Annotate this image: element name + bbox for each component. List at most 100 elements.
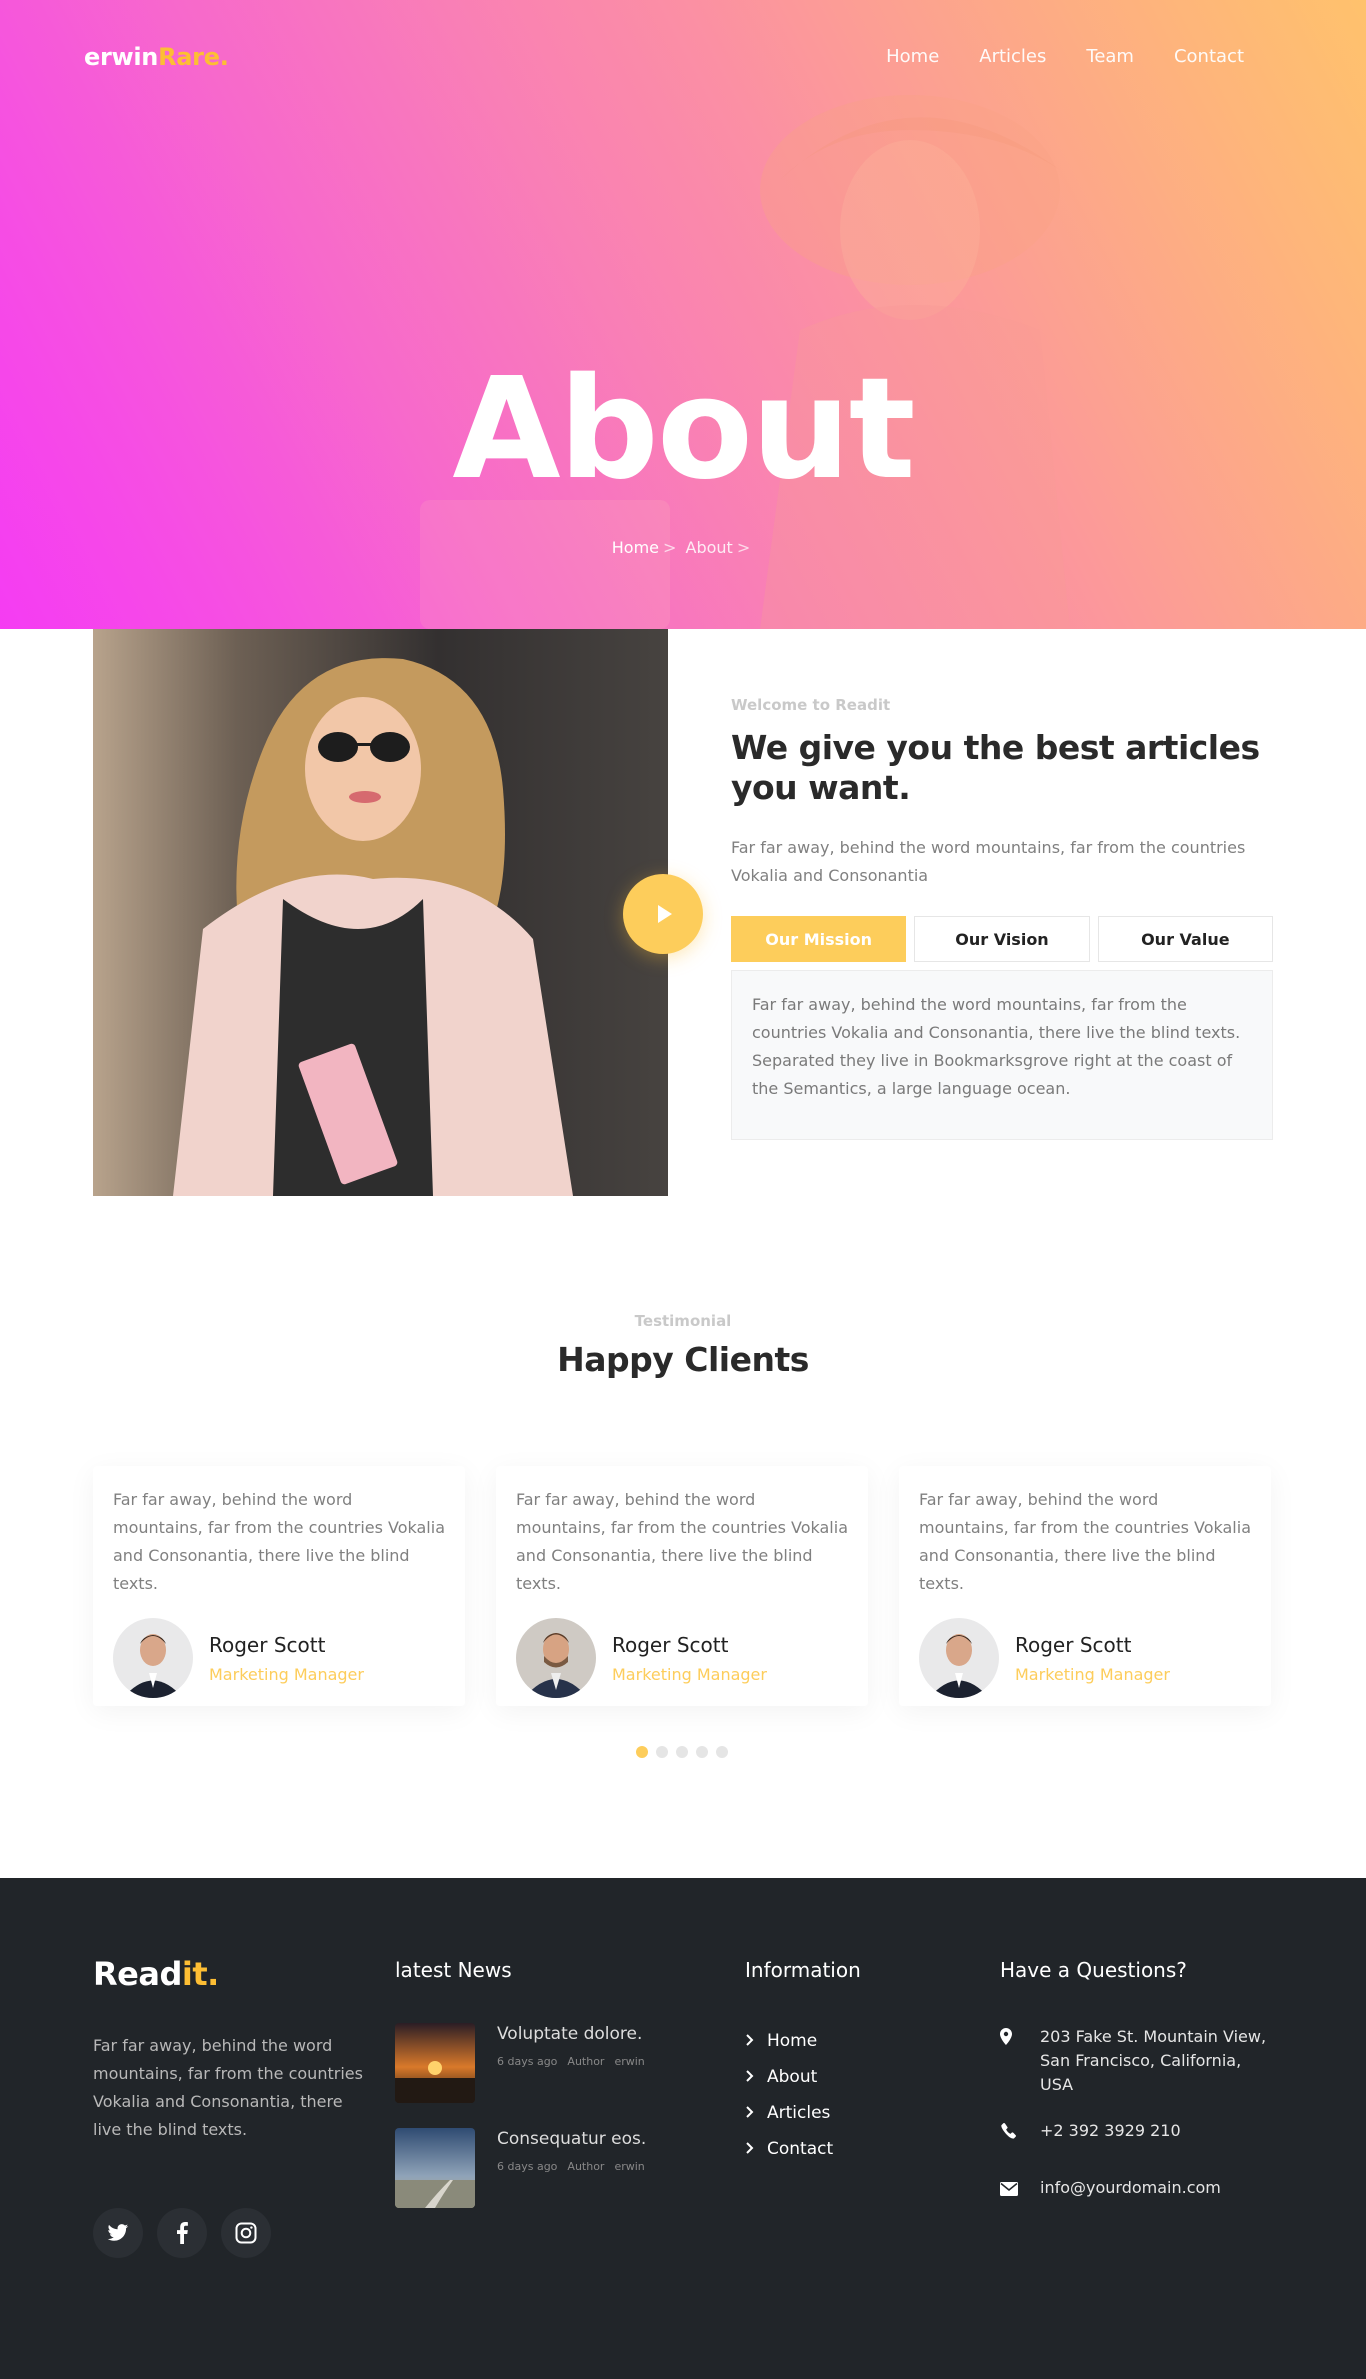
twitter-icon[interactable] <box>93 2208 143 2258</box>
tab-panel-content: Far far away, behind the word mountains,… <box>731 970 1273 1140</box>
news-title[interactable]: Voluptate dolore. <box>497 2023 645 2045</box>
footer-link-label: Home <box>767 2030 818 2051</box>
news-date: 6 days ago <box>497 2160 558 2173</box>
hero-gradient-overlay <box>0 0 1366 629</box>
news-meta: Voluptate dolore. 6 days ago Author erwi… <box>497 2023 645 2103</box>
contact-email[interactable]: info@yourdomain.com <box>1000 2176 1270 2203</box>
news-meta: Consequatur eos. 6 days ago Author erwin <box>497 2128 646 2208</box>
main-nav: Home Articles Team Contact <box>886 46 1244 67</box>
footer-contact-title: Have a Questions? <box>1000 1958 1187 1982</box>
about-photo <box>93 629 668 1196</box>
play-video-button[interactable] <box>623 874 703 954</box>
breadcrumb-home-link[interactable]: Home <box>612 538 659 557</box>
footer-logo-main: Read <box>93 1955 182 1993</box>
logo-accent-text: Rare. <box>158 43 229 71</box>
facebook-icon[interactable] <box>157 2208 207 2258</box>
news-item[interactable]: Consequatur eos. 6 days ago Author erwin <box>395 2128 646 2208</box>
nav-articles-link[interactable]: Articles <box>979 46 1046 67</box>
breadcrumb-separator: > <box>736 538 751 557</box>
footer-news-title: latest News <box>395 1958 512 1982</box>
news-info: 6 days ago Author erwin <box>497 2160 646 2173</box>
carousel-dot[interactable] <box>676 1746 688 1758</box>
about-content: Welcome to Readit We give you the best a… <box>731 696 1273 1140</box>
about-subheading: Welcome to Readit <box>731 696 891 714</box>
testimonial-author: Roger Scott Marketing Manager <box>113 1618 445 1698</box>
avatar <box>919 1618 999 1698</box>
footer-link-about[interactable]: About <box>745 2066 833 2087</box>
carousel-dot[interactable] <box>716 1746 728 1758</box>
phone-icon <box>1000 2119 1040 2146</box>
about-heading: We give you the best articles you want. <box>731 728 1260 807</box>
latest-news-list: Voluptate dolore. 6 days ago Author erwi… <box>395 2023 646 2233</box>
author-name: Roger Scott <box>1015 1632 1132 1657</box>
testimonial-carousel: Far far away, behind the word mountains,… <box>93 1466 1273 1706</box>
chevron-right-icon <box>745 2103 759 2123</box>
carousel-dot[interactable] <box>656 1746 668 1758</box>
news-thumbnail[interactable] <box>395 2128 475 2208</box>
breadcrumb-current: About <box>685 538 733 557</box>
testimonial-text: Far far away, behind the word mountains,… <box>919 1490 1251 1593</box>
footer-link-articles[interactable]: Articles <box>745 2102 833 2123</box>
footer-link-label: About <box>767 2066 818 2087</box>
breadcrumb-separator: > <box>663 538 677 557</box>
address-text: 203 Fake St. Mountain View, San Francisc… <box>1040 2027 1267 2094</box>
about-tabs: Our Mission Our Vision Our Value <box>731 916 1273 962</box>
tab-our-value[interactable]: Our Value <box>1097 916 1273 962</box>
footer-link-label: Contact <box>767 2138 834 2159</box>
map-marker-icon <box>1000 2025 1040 2097</box>
author-role: Marketing Manager <box>612 1664 767 1684</box>
woman-photo-illustration <box>93 629 668 1196</box>
logo-main-text: erwin <box>84 43 159 71</box>
phone-text: +2 392 3929 210 <box>1040 2121 1181 2140</box>
chevron-right-icon <box>745 2031 759 2051</box>
tab-our-mission[interactable]: Our Mission <box>731 916 907 962</box>
author-role: Marketing Manager <box>209 1664 364 1684</box>
envelope-icon <box>1000 2176 1040 2203</box>
social-links <box>93 2208 271 2258</box>
testimonial-subheading: Testimonial <box>634 1312 732 1330</box>
contact-address: 203 Fake St. Mountain View, San Francisc… <box>1000 2025 1270 2097</box>
nav-home-link[interactable]: Home <box>886 46 939 67</box>
contact-phone[interactable]: +2 392 3929 210 <box>1000 2119 1270 2146</box>
testimonial-author: Roger Scott Marketing Manager <box>919 1618 1251 1698</box>
carousel-dot[interactable] <box>696 1746 708 1758</box>
play-icon <box>658 905 672 923</box>
avatar <box>516 1618 596 1698</box>
author-name: Roger Scott <box>612 1632 729 1657</box>
chevron-right-icon <box>745 2139 759 2159</box>
news-item[interactable]: Voluptate dolore. 6 days ago Author erwi… <box>395 2023 646 2103</box>
email-text: info@yourdomain.com <box>1040 2178 1221 2197</box>
footer-logo[interactable]: Readit. <box>93 1955 219 1993</box>
footer-logo-accent: it. <box>181 1955 219 1993</box>
tab-our-vision[interactable]: Our Vision <box>914 916 1090 962</box>
breadcrumb: Home > About > <box>0 538 1366 557</box>
instagram-icon[interactable] <box>221 2208 271 2258</box>
chevron-right-icon <box>745 2067 759 2087</box>
footer-links: Home About Articles Contact <box>745 2030 833 2174</box>
testimonial-card: Far far away, behind the word mountains,… <box>496 1466 868 1706</box>
news-author[interactable]: erwin <box>614 2055 644 2068</box>
carousel-dot[interactable] <box>636 1746 648 1758</box>
testimonial-author: Roger Scott Marketing Manager <box>516 1618 848 1698</box>
footer-link-home[interactable]: Home <box>745 2030 833 2051</box>
testimonial-text: Far far away, behind the word mountains,… <box>113 1490 445 1593</box>
author-name: Roger Scott <box>209 1632 326 1657</box>
testimonial-heading: Happy Clients <box>557 1340 809 1379</box>
nav-contact-link[interactable]: Contact <box>1174 46 1244 67</box>
about-text: Far far away, behind the word mountains,… <box>731 838 1246 885</box>
nav-team-link[interactable]: Team <box>1086 46 1134 67</box>
news-thumbnail[interactable] <box>395 2023 475 2103</box>
footer-info-title: Information <box>745 1958 861 1982</box>
hero-section: erwinRare. Home Articles Team Contact Ab… <box>0 0 1366 629</box>
site-logo[interactable]: erwinRare. <box>84 43 229 71</box>
testimonial-text: Far far away, behind the word mountains,… <box>516 1490 848 1593</box>
news-info: 6 days ago Author erwin <box>497 2055 645 2068</box>
footer-link-contact[interactable]: Contact <box>745 2138 833 2159</box>
footer-link-label: Articles <box>767 2102 831 2123</box>
news-author[interactable]: erwin <box>614 2160 644 2173</box>
news-title[interactable]: Consequatur eos. <box>497 2128 646 2150</box>
testimonial-card: Far far away, behind the word mountains,… <box>93 1466 465 1706</box>
carousel-pagination <box>636 1746 728 1758</box>
news-date: 6 days ago <box>497 2055 558 2068</box>
page-title: About <box>452 348 915 511</box>
